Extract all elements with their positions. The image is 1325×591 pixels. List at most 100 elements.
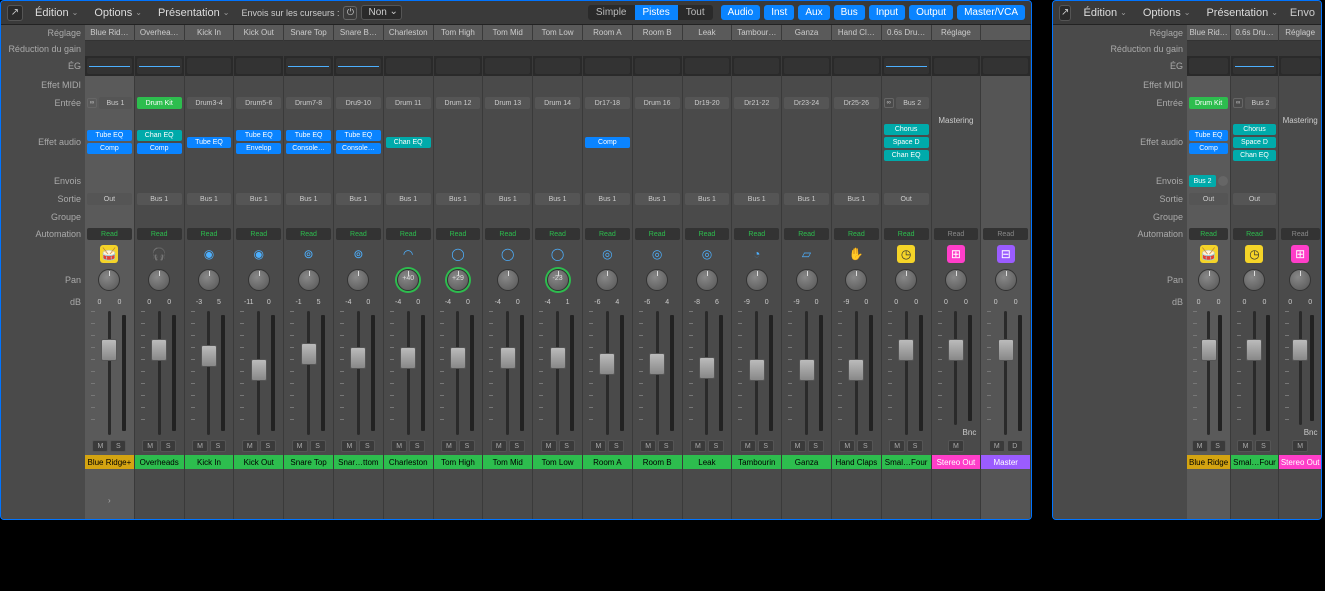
group-slot[interactable] <box>832 208 881 225</box>
mute-button[interactable]: M <box>1292 440 1308 452</box>
filter-master/vca[interactable]: Master/VCA <box>957 5 1025 20</box>
strip-header[interactable]: 0.6s Dru… <box>882 25 931 41</box>
track-name[interactable]: Snare Top <box>284 455 333 469</box>
pan-knob[interactable] <box>298 269 320 291</box>
pan-knob[interactable] <box>596 269 618 291</box>
pan-knob[interactable] <box>198 269 220 291</box>
audio-fx-slot[interactable]: Chan EQ <box>1233 150 1276 161</box>
solo-button[interactable]: S <box>359 440 375 452</box>
solo-button[interactable]: D <box>1007 440 1023 452</box>
track-name[interactable]: Blue Ridge+ <box>85 455 134 469</box>
automation-mode[interactable]: Read <box>187 228 232 240</box>
input-slot[interactable]: Dru9-10 <box>336 97 381 109</box>
group-slot[interactable] <box>135 208 184 225</box>
mute-button[interactable]: M <box>391 440 407 452</box>
strip-header[interactable]: Kick Out <box>234 25 283 41</box>
midi-fx-slot[interactable] <box>1231 76 1278 94</box>
group-slot[interactable] <box>683 208 732 225</box>
strip-header[interactable]: Tom Mid <box>483 25 532 41</box>
eq-thumbnail[interactable] <box>583 56 632 76</box>
midi-fx-slot[interactable] <box>384 76 433 94</box>
output-slot[interactable]: Bus 1 <box>236 193 281 205</box>
mute-button[interactable]: M <box>142 440 158 452</box>
midi-fx-slot[interactable] <box>135 76 184 94</box>
automation-mode[interactable]: Read <box>934 228 979 240</box>
pan-knob[interactable] <box>995 269 1017 291</box>
track-icon[interactable]: ◎ <box>648 245 666 263</box>
pan-knob[interactable] <box>148 269 170 291</box>
automation-mode[interactable]: Read <box>485 228 530 240</box>
input-slot[interactable]: Dr17-18 <box>585 97 630 109</box>
input-slot[interactable]: Dr23-24 <box>784 97 829 109</box>
strip-header[interactable]: Room B <box>633 25 682 41</box>
audio-fx-slot[interactable]: Envelop <box>236 143 281 154</box>
group-slot[interactable] <box>981 208 1030 225</box>
midi-fx-slot[interactable] <box>882 76 931 94</box>
midi-fx-slot[interactable] <box>85 76 134 94</box>
input-slot[interactable]: Drum 14 <box>535 97 580 109</box>
fader[interactable] <box>189 311 230 435</box>
mute-button[interactable]: M <box>541 440 557 452</box>
automation-mode[interactable]: Read <box>685 228 730 240</box>
output-slot[interactable]: Out <box>87 193 132 205</box>
midi-fx-slot[interactable] <box>1187 76 1230 94</box>
group-slot[interactable] <box>583 208 632 225</box>
input-slot[interactable]: Drum3-4 <box>187 97 232 109</box>
input-slot[interactable]: Dr21-22 <box>734 97 779 109</box>
solo-button[interactable]: S <box>758 440 774 452</box>
pan-knob[interactable] <box>248 269 270 291</box>
track-icon[interactable]: ⊚ <box>300 245 318 263</box>
solo-button[interactable]: S <box>409 440 425 452</box>
track-name[interactable]: Hand Claps <box>832 455 881 469</box>
automation-mode[interactable]: Read <box>286 228 331 240</box>
input-slot[interactable]: Bus 2 <box>896 97 929 109</box>
output-slot[interactable]: Bus 1 <box>485 193 530 205</box>
midi-fx-slot[interactable] <box>1279 76 1321 94</box>
midi-fx-slot[interactable] <box>782 76 831 94</box>
audio-fx-slot[interactable]: Console… <box>286 143 331 154</box>
fader[interactable] <box>89 311 130 435</box>
strip-header[interactable]: Tambour… <box>732 25 781 41</box>
track-name[interactable]: Ganza <box>782 455 831 469</box>
fader[interactable] <box>587 311 628 435</box>
eq-thumbnail[interactable] <box>85 56 134 76</box>
audio-fx-slot[interactable]: Chorus <box>1233 124 1276 135</box>
pan-knob[interactable] <box>646 269 668 291</box>
solo-button[interactable]: S <box>160 440 176 452</box>
audio-fx-slot[interactable]: Tube EQ <box>236 130 281 141</box>
solo-button[interactable]: S <box>658 440 674 452</box>
output-slot[interactable]: Out <box>1233 193 1276 205</box>
fader[interactable] <box>936 311 977 425</box>
input-slot[interactable]: Dr25-26 <box>834 97 879 109</box>
group-slot[interactable] <box>633 208 682 225</box>
track-icon[interactable]: ◠ <box>399 245 417 263</box>
automation-mode[interactable]: Read <box>834 228 879 240</box>
track-name[interactable]: Room B <box>633 455 682 469</box>
solo-button[interactable]: S <box>608 440 624 452</box>
power-icon[interactable]: ⏻ <box>343 6 357 20</box>
eq-thumbnail[interactable] <box>234 56 283 76</box>
group-slot[interactable] <box>1279 208 1321 225</box>
pan-knob[interactable] <box>98 269 120 291</box>
eq-thumbnail[interactable] <box>284 56 333 76</box>
group-slot[interactable] <box>1231 208 1278 225</box>
group-slot[interactable] <box>732 208 781 225</box>
pan-knob[interactable] <box>945 269 967 291</box>
fader[interactable] <box>238 311 279 435</box>
group-slot[interactable] <box>533 208 582 225</box>
input-slot[interactable]: Dr19-20 <box>685 97 730 109</box>
midi-fx-slot[interactable] <box>832 76 881 94</box>
track-icon[interactable]: 🎧 <box>150 245 168 263</box>
track-name[interactable]: Master <box>981 455 1030 469</box>
track-name[interactable]: Charleston <box>384 455 433 469</box>
track-icon[interactable]: ⊟ <box>997 245 1015 263</box>
mute-button[interactable]: M <box>989 440 1005 452</box>
input-slot[interactable]: Drum5-6 <box>236 97 281 109</box>
pan-knob[interactable] <box>1289 269 1311 291</box>
track-icon[interactable]: ◎ <box>598 245 616 263</box>
audio-fx-slot[interactable]: Comp <box>1189 143 1228 154</box>
mute-button[interactable]: M <box>1192 440 1208 452</box>
audio-fx-slot[interactable]: Comp <box>137 143 182 154</box>
audio-fx-slot[interactable]: Tube EQ <box>187 137 232 148</box>
mute-button[interactable]: M <box>740 440 756 452</box>
